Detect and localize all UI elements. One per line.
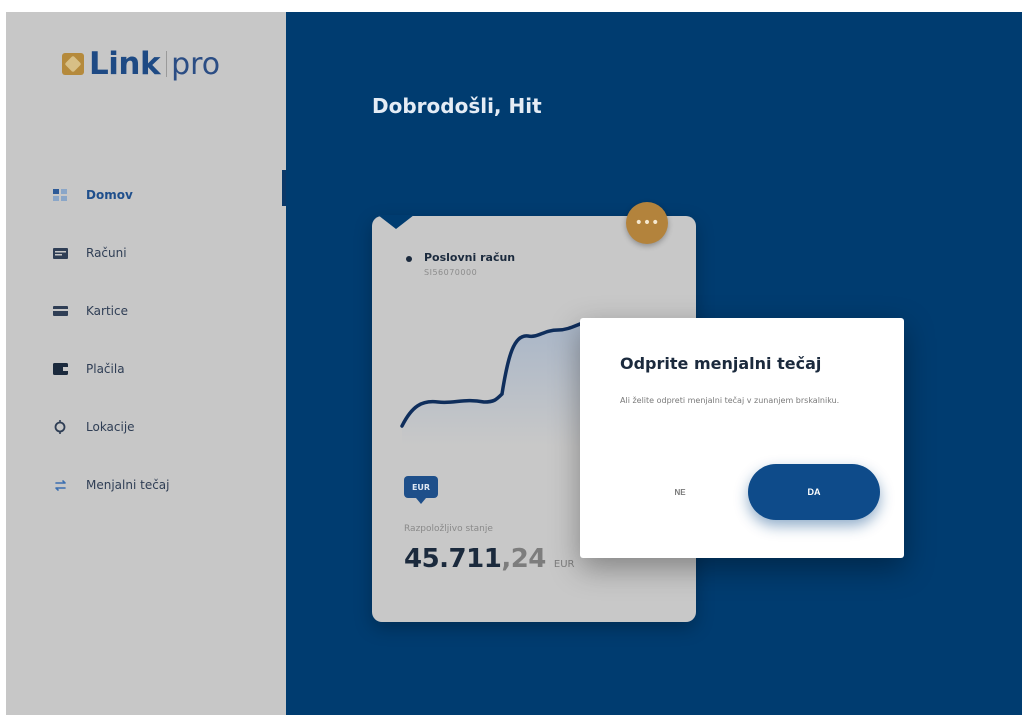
- balance-currency: EUR: [553, 559, 575, 570]
- sidebar-item-label: Domov: [86, 188, 133, 202]
- sidebar-item-domov[interactable]: Domov: [6, 166, 286, 224]
- confirm-button[interactable]: DA: [748, 464, 880, 520]
- chart-area: [402, 321, 598, 446]
- dialog-title: Odprite menjalni tečaj: [620, 354, 822, 373]
- sidebar-item-placila[interactable]: Plačila: [6, 340, 286, 398]
- sidebar-item-label: Računi: [86, 246, 127, 260]
- more-icon: •••: [634, 215, 660, 231]
- account-bullet: [406, 256, 412, 262]
- sidebar: Link pro Domov Računi Kartice Plačila Lo…: [6, 12, 286, 715]
- sidebar-item-label: Plačila: [86, 362, 125, 376]
- balance-integer: 45.711: [404, 544, 502, 574]
- currency-badge[interactable]: EUR: [404, 476, 438, 504]
- sidebar-item-kartice[interactable]: Kartice: [6, 282, 286, 340]
- sidebar-item-label: Menjalni tečaj: [86, 478, 170, 492]
- sidebar-nav: Domov Računi Kartice Plačila Lokacije Me…: [6, 166, 286, 514]
- accounts-icon: [52, 246, 68, 260]
- exchange-rate-dialog: Odprite menjalni tečaj Ali želite odpret…: [580, 318, 904, 558]
- sidebar-item-label: Lokacije: [86, 420, 135, 434]
- account-name: Poslovni račun: [424, 251, 516, 264]
- card-icon: [52, 304, 68, 318]
- wallet-icon: [52, 362, 68, 376]
- more-options-button[interactable]: •••: [626, 202, 668, 244]
- dialog-message: Ali želite odpreti menjalni tečaj v zuna…: [620, 396, 840, 405]
- app-frame: Link pro Domov Računi Kartice Plačila Lo…: [6, 12, 1022, 715]
- balance-label: Razpoložljivo stanje: [404, 524, 493, 534]
- balance-decimal: ,24: [501, 544, 546, 574]
- sidebar-item-label: Kartice: [86, 304, 128, 318]
- account-number: SI56070000: [424, 268, 478, 277]
- sidebar-item-menjalni-tecaj[interactable]: Menjalni tečaj: [6, 456, 286, 514]
- home-grid-icon: [52, 188, 68, 202]
- location-icon: [52, 420, 68, 434]
- logo-name: Link: [89, 46, 161, 82]
- card-notch: [378, 215, 414, 229]
- app-logo: Link pro: [62, 46, 220, 82]
- exchange-icon: [52, 478, 68, 492]
- logo-separator: [166, 51, 168, 77]
- logo-suffix: pro: [171, 46, 221, 82]
- sidebar-item-racuni[interactable]: Računi: [6, 224, 286, 282]
- logo-mark-icon: [62, 53, 84, 75]
- page-title: Dobrodošli, Hit: [372, 94, 542, 118]
- balance-amount: 45.711 ,24 EUR: [404, 544, 575, 574]
- sidebar-item-lokacije[interactable]: Lokacije: [6, 398, 286, 456]
- cancel-button[interactable]: NE: [650, 478, 710, 506]
